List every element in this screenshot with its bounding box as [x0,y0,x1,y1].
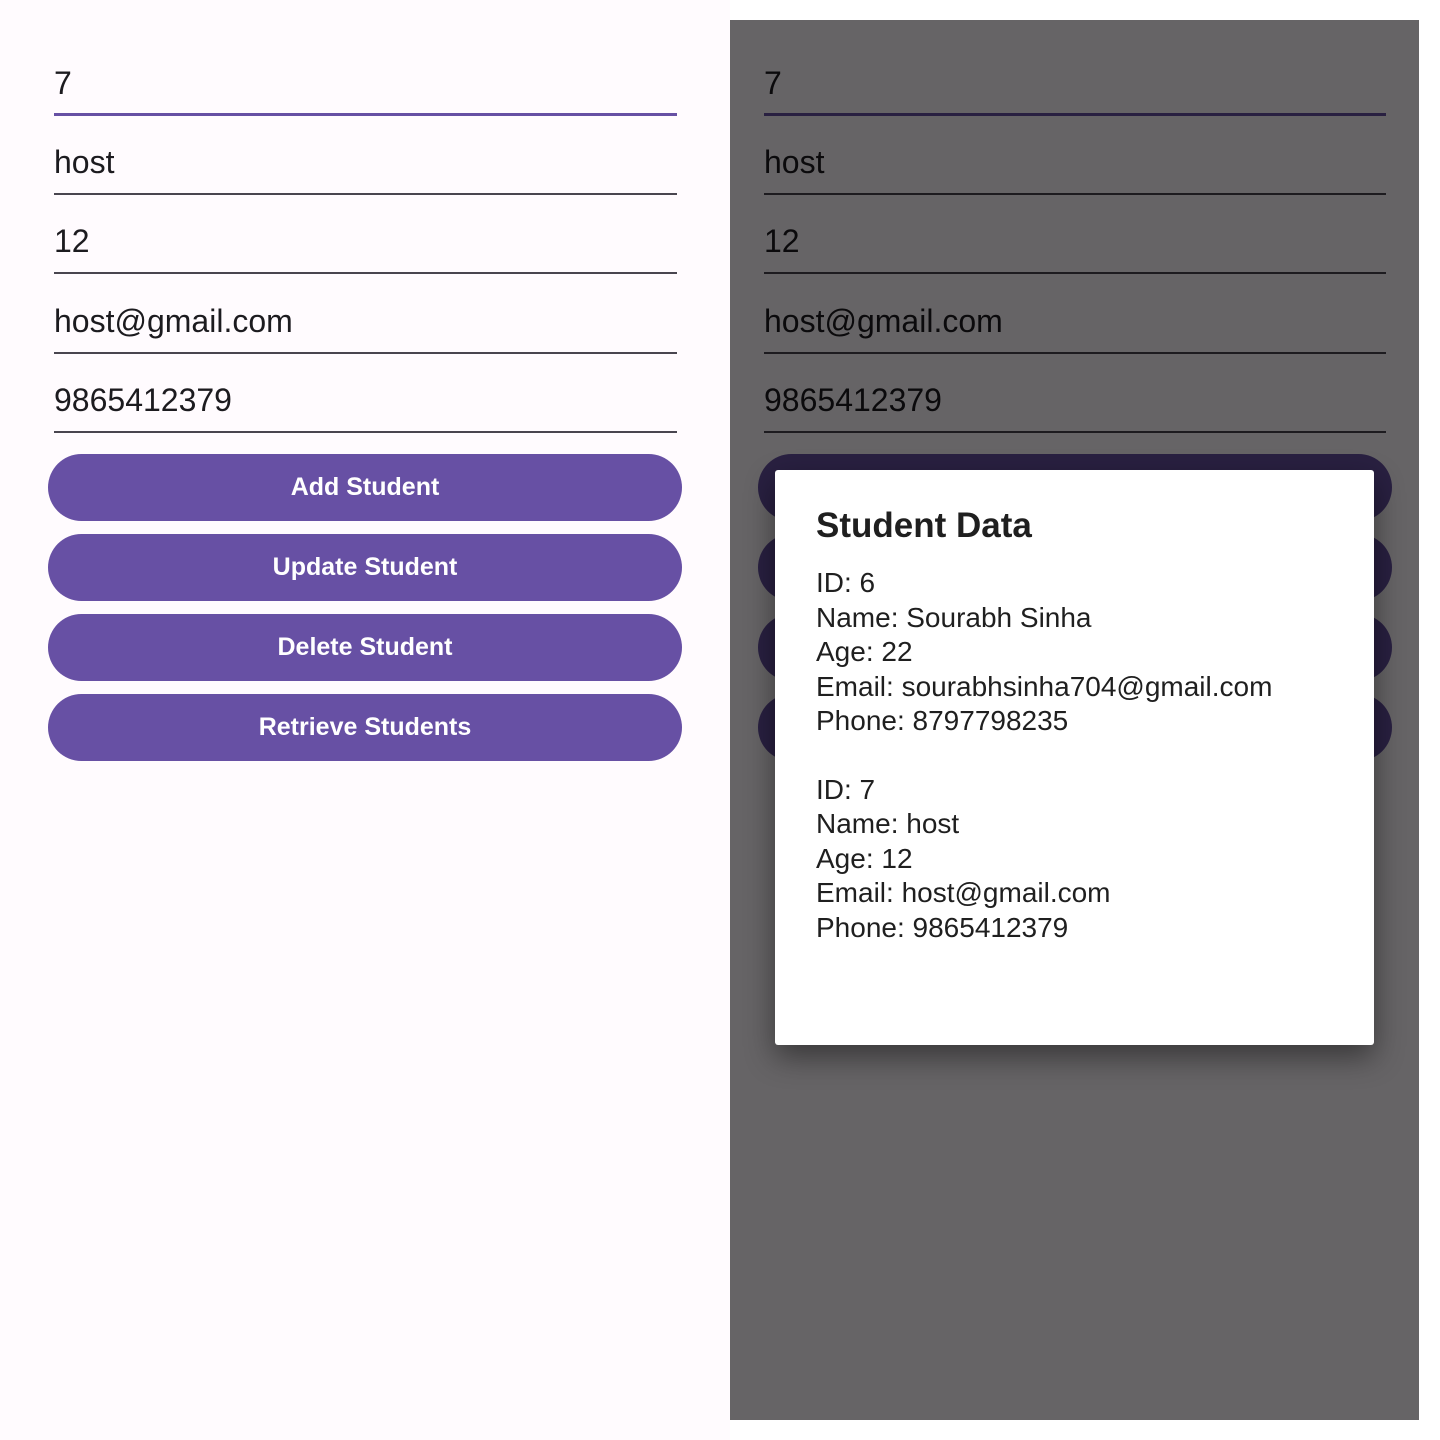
dialog-title: Student Data [816,506,1032,545]
student-form-screen: 7 host 12 host@gmail.com 9865412379 Add … [0,0,730,1440]
record-age: Age: 22 [816,636,913,667]
name-field[interactable]: host [54,115,677,195]
student-record: ID: 6 Name: Sourabh Sinha Age: 22 Email:… [816,566,1333,739]
record-id: ID: 7 [816,773,876,805]
email-field[interactable]: host@gmail.com [54,274,677,354]
record-age: Age: 12 [816,842,913,874]
add-student-button[interactable]: Add Student [48,454,682,521]
student-data-dialog: Student Data ID: 6 Name: Sourabh Sinha A… [775,470,1374,1045]
record-email: Email: host@gmail.com [816,877,1111,908]
record-phone: Phone: 8797798235 [816,705,1069,736]
retrieve-students-button[interactable]: Retrieve Students [48,694,682,761]
name-value: host [54,144,115,180]
student-data-dialog-screen: 7 host 12 host@gmail.com 9865412379 Add … [730,20,1419,1420]
delete-student-button[interactable]: Delete Student [48,614,682,681]
record-phone: Phone: 9865412379 [816,911,1069,943]
age-value: 12 [54,223,90,259]
phone-underline [54,431,677,433]
update-student-button[interactable]: Update Student [48,534,682,601]
id-value: 7 [54,65,72,101]
student-record: ID: 7 Name: host Age: 12 Email: host@gma… [816,773,1333,946]
phone-value: 9865412379 [54,382,232,418]
email-value: host@gmail.com [54,303,293,339]
screenshot-composite: 7 host 12 host@gmail.com 9865412379 Add … [0,0,1440,1440]
id-field[interactable]: 7 [54,36,677,116]
record-email: Email: sourabhsinha704@gmail.com [816,670,1273,702]
record-name: Name: Sourabh Sinha [816,601,1092,633]
record-id: ID: 6 [816,567,876,598]
record-name: Name: host [816,808,960,839]
age-field[interactable]: 12 [54,194,677,274]
phone-field[interactable]: 9865412379 [54,353,677,433]
